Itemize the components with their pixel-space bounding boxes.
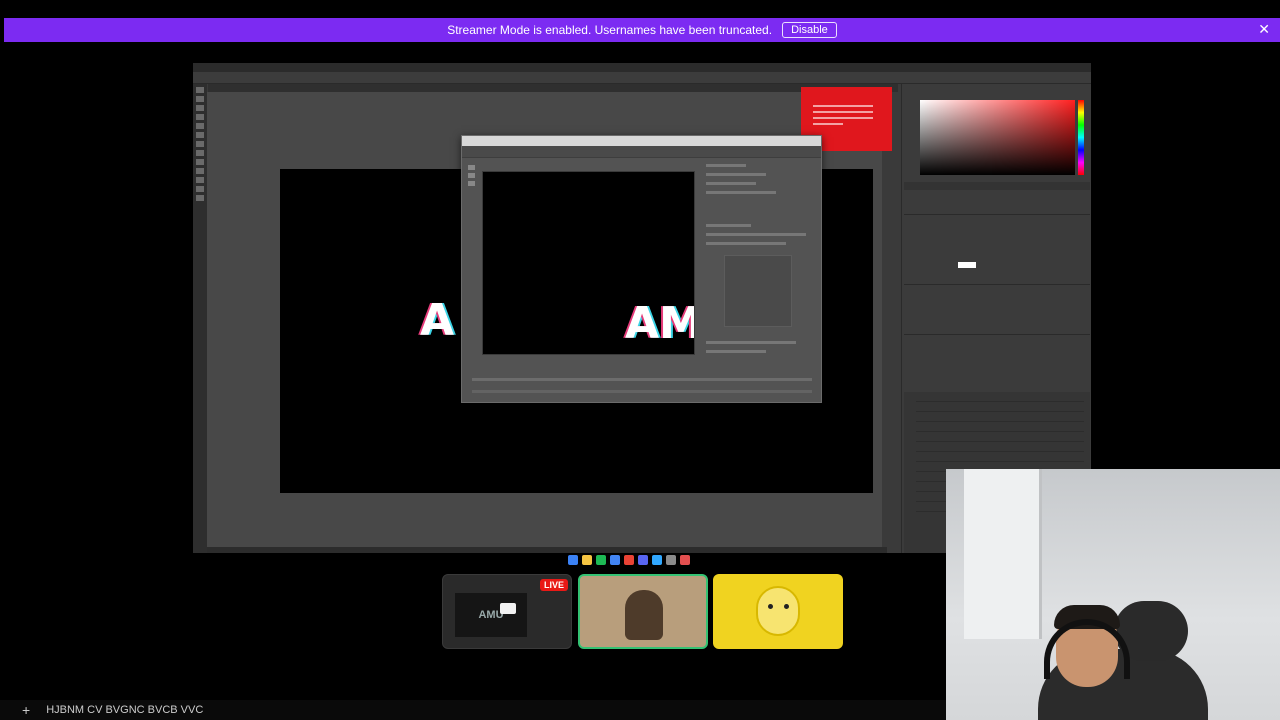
monitor-icon [500,603,516,614]
layer-row [916,455,1084,462]
avatar [625,590,663,640]
dialog-settings [702,158,817,368]
zoom-tool-icon [196,195,204,201]
dialog-titlebar [462,136,821,146]
participant-tile[interactable] [578,574,708,649]
avatar [756,586,800,636]
panel-divider [904,214,1090,215]
dialog-preview: AM [482,171,695,355]
dialog-buttons[interactable] [472,390,812,393]
document-text: A [420,295,455,346]
crop-tool-icon [196,114,204,120]
live-badge: LIVE [540,579,569,591]
close-icon[interactable]: ✕ [1258,21,1270,38]
properties-tabs [904,182,1090,190]
hand-icon [468,165,475,170]
panel-divider [904,334,1090,335]
streamer-mode-banner: Streamer Mode is enabled. Usernames have… [4,18,1280,42]
type-tool-icon [196,177,204,183]
dialog-tabs [462,146,821,158]
dialog-preview-swatch [724,255,792,327]
layer-row [916,445,1084,452]
pen-tool-icon [196,168,204,174]
app-root: Streamer Mode is enabled. Usernames have… [0,0,1280,720]
folder-icon [582,555,592,565]
panel-divider [904,284,1090,285]
eyedropper-tool-icon [196,123,204,129]
marquee-tool-icon [196,96,204,102]
photoshop-icon [652,555,662,565]
layer-row [916,425,1084,432]
layer-row [916,435,1084,442]
layer-row [916,415,1084,422]
preview-text: AM [625,298,694,349]
ps-menubar [193,63,1091,72]
spotify-icon [596,555,606,565]
ps-status-bar [207,547,887,553]
hand-tool-icon [196,186,204,192]
layer-row [916,395,1084,402]
gradient-tool-icon [196,159,204,165]
discord-icon [638,555,648,565]
color-swatch [958,262,976,268]
plus-icon[interactable]: + [22,702,30,718]
dialog-tools [466,162,478,212]
lasso-tool-icon [196,105,204,111]
windows-icon [568,555,578,565]
brush-tool-icon [196,132,204,138]
chrome-icon [624,555,634,565]
message-composer[interactable]: + HJBNM CV BVGNC BVCB VVC [0,700,946,720]
color-picker-field [920,100,1075,175]
ps-toolbar [193,84,207,553]
disable-button[interactable]: Disable [782,22,837,38]
dialog-footer [472,378,812,381]
eyedropper-icon [468,181,475,186]
layer-row [916,405,1084,412]
banner-message: Streamer Mode is enabled. Usernames have… [447,23,773,37]
ps-options-bar [193,72,1091,84]
hue-slider [1078,100,1084,175]
ps-document-tabs [208,84,898,92]
stamp-tool-icon [196,141,204,147]
background-window [964,469,1042,639]
message-input[interactable]: HJBNM CV BVGNC BVCB VVC [46,704,203,716]
ps-scrollbar [882,92,890,547]
app-icon [680,555,690,565]
zoom-icon [468,173,475,178]
stream-thumbnail: AMU [455,593,527,637]
webcam-feed [946,469,1280,720]
stream-tile[interactable]: AMU LIVE [442,574,572,649]
browser-icon [610,555,620,565]
app-icon [666,555,676,565]
shared-taskbar [568,555,690,567]
filter-dialog: AM [461,135,822,403]
eraser-tool-icon [196,150,204,156]
participant-tile[interactable] [713,574,843,649]
move-tool-icon [196,87,204,93]
